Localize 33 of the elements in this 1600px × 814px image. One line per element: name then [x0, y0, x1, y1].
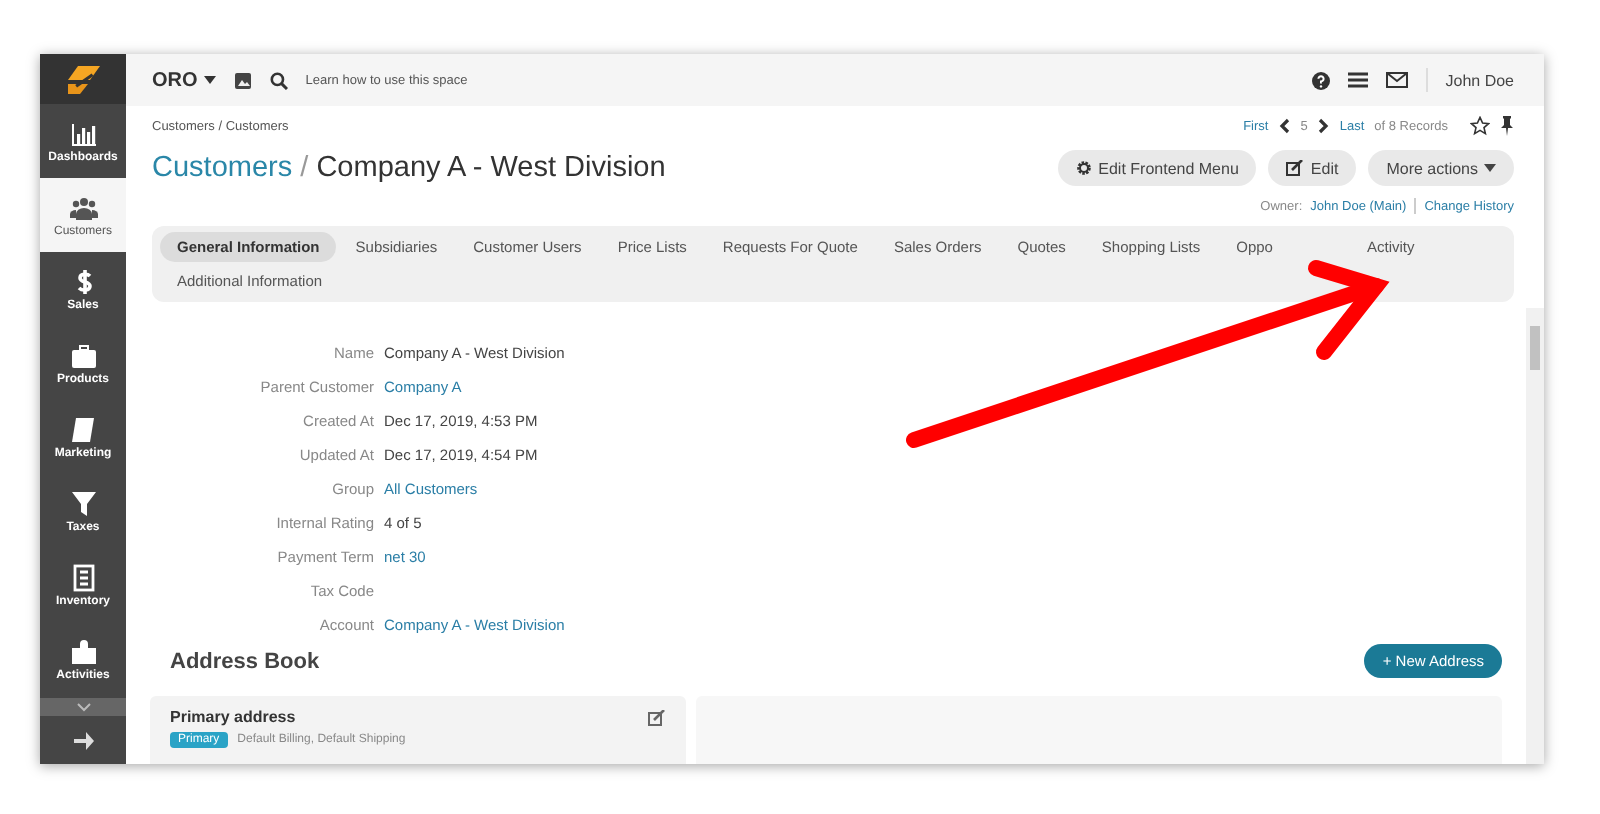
list-icon[interactable]	[1347, 72, 1368, 88]
caret-icon[interactable]	[203, 76, 216, 84]
search-icon[interactable]	[269, 71, 288, 89]
chart-icon	[69, 119, 97, 147]
edit-menu-button[interactable]: Edit Frontend Menu	[1058, 150, 1257, 186]
card-title: Primary address	[170, 708, 296, 726]
page-title: Customers / Company A - West Division	[152, 152, 666, 184]
clipboard-icon	[69, 563, 97, 591]
edit-button[interactable]: Edit	[1268, 150, 1357, 186]
logo-icon[interactable]	[40, 54, 126, 104]
edit-icon[interactable]	[648, 709, 666, 725]
briefcase-icon	[69, 341, 97, 369]
chevron-right-icon[interactable]	[1317, 118, 1330, 134]
arrow-icon	[73, 731, 93, 749]
mail-icon[interactable]	[1385, 72, 1408, 88]
pin-icon[interactable]	[1500, 116, 1514, 136]
edit-icon	[1286, 160, 1305, 176]
people-icon	[69, 193, 97, 221]
puzzle-icon	[69, 637, 97, 665]
caret-icon	[1484, 164, 1496, 172]
funnel-icon	[69, 489, 97, 517]
section-title: Address Book	[170, 649, 320, 673]
star-icon[interactable]	[1470, 116, 1490, 136]
scrollbar[interactable]	[1526, 308, 1544, 764]
user-menu[interactable]: John Doe	[1445, 71, 1514, 89]
help-icon[interactable]	[1311, 71, 1330, 89]
brand-menu[interactable]: ORO	[152, 69, 198, 91]
more-actions-button[interactable]: More actions	[1368, 150, 1514, 186]
gear-icon	[1076, 160, 1093, 176]
chevron-icon	[75, 702, 91, 712]
image-icon[interactable]	[233, 71, 252, 89]
book-icon	[69, 415, 97, 443]
chevron-left-icon[interactable]	[1278, 118, 1291, 134]
